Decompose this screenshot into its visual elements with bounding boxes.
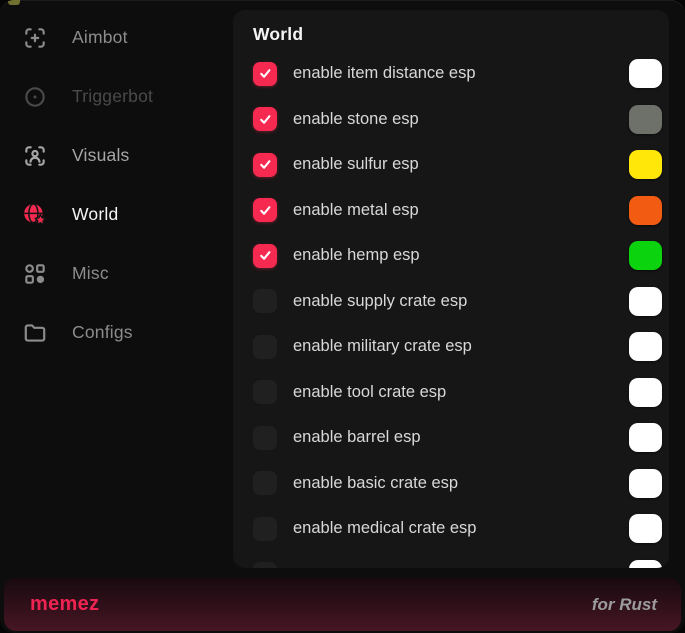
setting-label: enable military crate esp [293, 337, 629, 356]
setting-label: enable item distance esp [293, 64, 629, 83]
esp-checkbox[interactable] [253, 426, 277, 450]
setting-row: enable hemp esp [233, 233, 669, 279]
esp-checkbox[interactable] [253, 62, 277, 86]
setting-row: enable supply crate esp [233, 279, 669, 325]
folder-icon [22, 320, 48, 346]
setting-row [233, 552, 669, 569]
checkmark-icon [257, 156, 274, 173]
color-swatch[interactable] [629, 150, 662, 179]
trigger-dot-icon [22, 84, 48, 110]
person-scan-icon [22, 143, 48, 169]
setting-label: enable tool crate esp [293, 383, 629, 402]
color-swatch[interactable] [629, 560, 662, 568]
setting-row: enable metal esp [233, 188, 669, 234]
sidebar-item-triggerbot[interactable]: Triggerbot [0, 67, 233, 126]
sidebar-item-label: Visuals [72, 145, 130, 166]
sidebar-item-world[interactable]: World [0, 185, 233, 244]
crosshair-icon [22, 25, 48, 51]
setting-row: enable sulfur esp [233, 142, 669, 188]
tagline-label: for Rust [592, 595, 657, 615]
setting-label: enable hemp esp [293, 246, 629, 265]
setting-label: enable barrel esp [293, 428, 629, 447]
color-swatch[interactable] [629, 105, 662, 134]
esp-checkbox[interactable] [253, 335, 277, 359]
color-swatch[interactable] [629, 423, 662, 452]
esp-checkbox[interactable] [253, 198, 277, 222]
sidebar-item-visuals[interactable]: Visuals [0, 126, 233, 185]
esp-checkbox[interactable] [253, 153, 277, 177]
color-swatch[interactable] [629, 241, 662, 270]
checkmark-icon [257, 247, 274, 264]
esp-checkbox[interactable] [253, 562, 277, 568]
page-title: World [253, 24, 669, 45]
checkmark-icon [257, 202, 274, 219]
esp-checkbox[interactable] [253, 107, 277, 131]
sidebar-item-aimbot[interactable]: Aimbot [0, 8, 233, 67]
color-swatch[interactable] [629, 378, 662, 407]
esp-checkbox[interactable] [253, 380, 277, 404]
category-icon [22, 261, 48, 287]
setting-label: enable medical crate esp [293, 519, 629, 538]
checkmark-icon [257, 65, 274, 82]
background-artifact [8, 0, 20, 5]
color-swatch[interactable] [629, 469, 662, 498]
checkmark-icon [257, 111, 274, 128]
setting-row: enable medical crate esp [233, 506, 669, 552]
setting-row: enable tool crate esp [233, 370, 669, 416]
setting-row: enable item distance esp [233, 51, 669, 97]
setting-label: enable supply crate esp [293, 292, 629, 311]
color-swatch[interactable] [629, 59, 662, 88]
setting-row: enable barrel esp [233, 415, 669, 461]
world-panel: World enable item distance esp enable st… [233, 10, 669, 568]
color-swatch[interactable] [629, 287, 662, 316]
esp-checkbox[interactable] [253, 471, 277, 495]
setting-row: enable stone esp [233, 97, 669, 143]
sidebar-item-configs[interactable]: Configs [0, 303, 233, 362]
sidebar-item-misc[interactable]: Misc [0, 244, 233, 303]
esp-checkbox[interactable] [253, 517, 277, 541]
menu-window: Aimbot Triggerbot Visuals World Misc Con… [0, 0, 685, 633]
color-swatch[interactable] [629, 332, 662, 361]
esp-checkbox[interactable] [253, 244, 277, 268]
sidebar-item-label: Misc [72, 263, 109, 284]
setting-row: enable basic crate esp [233, 461, 669, 507]
globe-star-icon [22, 202, 48, 228]
setting-label: enable basic crate esp [293, 474, 629, 493]
color-swatch[interactable] [629, 514, 662, 543]
sidebar-item-label: World [72, 204, 118, 225]
color-swatch[interactable] [629, 196, 662, 225]
setting-row: enable military crate esp [233, 324, 669, 370]
sidebar-item-label: Triggerbot [72, 86, 153, 107]
setting-label: enable metal esp [293, 201, 629, 220]
footer: memez for Rust [4, 578, 681, 631]
setting-label: enable sulfur esp [293, 155, 629, 174]
brand-label: memez [30, 593, 99, 616]
setting-label: enable stone esp [293, 110, 629, 129]
sidebar-item-label: Aimbot [72, 27, 128, 48]
settings-list: enable item distance esp enable stone es… [233, 51, 669, 568]
sidebar: Aimbot Triggerbot Visuals World Misc Con… [0, 8, 233, 362]
esp-checkbox[interactable] [253, 289, 277, 313]
sidebar-item-label: Configs [72, 322, 133, 343]
